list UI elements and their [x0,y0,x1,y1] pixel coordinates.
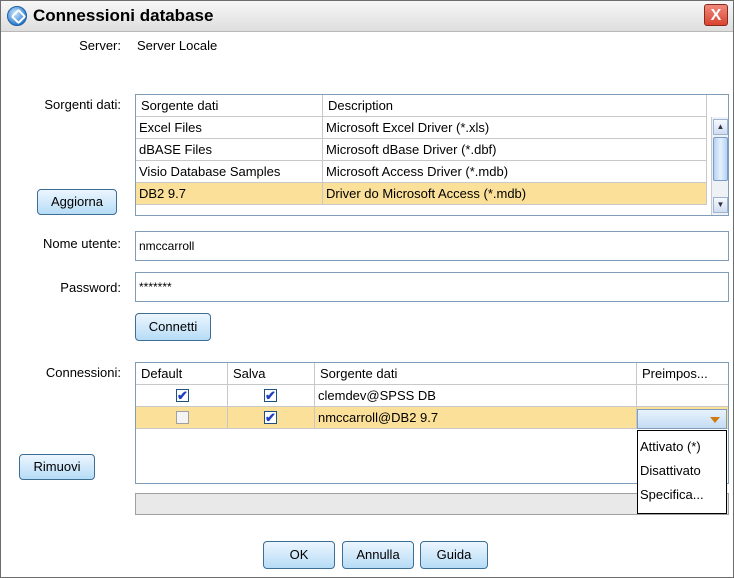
connect-button[interactable]: Connetti [135,313,211,341]
table-row-description-selected[interactable]: Driver do Microsoft Access (*.mdb) [323,183,707,205]
data-sources-table: Sorgente dati Description Excel Files Mi… [135,94,729,216]
ok-button[interactable]: OK [263,541,335,569]
data-sources-label: Sorgenti dati: [44,97,121,112]
table-row-source-selected[interactable]: DB2 9.7 [136,183,323,205]
save-checkbox[interactable]: ✔ [264,389,277,402]
column-header-description[interactable]: Description [323,95,707,117]
table-row-description[interactable]: Microsoft dBase Driver (*.dbf) [323,139,707,161]
refresh-button[interactable]: Aggiorna [37,189,117,215]
column-header-default[interactable]: Default [136,363,228,385]
database-connections-dialog: Connessioni database X Server: Server Lo… [0,0,734,578]
table-row-source[interactable]: dBASE Files [136,139,323,161]
remove-button[interactable]: Rimuovi [19,454,95,480]
username-input[interactable]: nmccarroll [135,231,729,261]
menu-item-specify[interactable]: Specifica... [640,484,704,506]
server-label: Server: [79,38,121,53]
scroll-thumb[interactable] [713,137,728,181]
scroll-down-icon[interactable]: ▼ [713,197,728,213]
preset-dropdown[interactable] [637,409,727,429]
server-value: Server Locale [137,38,218,53]
password-input[interactable]: ******* [135,272,729,302]
menu-item-disabled[interactable]: Disattivato [640,460,701,482]
app-icon [7,6,27,26]
help-button[interactable]: Guida [420,541,488,569]
username-label: Nome utente: [42,236,121,251]
table-row-source[interactable]: Visio Database Samples [136,161,323,183]
table-row-description[interactable]: Microsoft Excel Driver (*.xls) [323,117,707,139]
window-title: Connessioni database [33,6,214,25]
column-header-preset[interactable]: Preimpos... [637,363,728,385]
table-row-source[interactable]: Excel Files [136,117,323,139]
cancel-button[interactable]: Annulla [342,541,414,569]
connections-label: Connessioni: [45,365,121,380]
table-row-source-selected[interactable]: nmccarroll@DB2 9.7 [315,407,637,429]
table-row-preset[interactable] [637,385,728,407]
preset-dropdown-menu: Attivato (*) Disattivato Specifica... [637,430,727,514]
table-row-source[interactable]: clemdev@SPSS DB [315,385,637,407]
password-label: Password: [60,280,121,295]
default-checkbox[interactable]: ✔ [176,389,189,402]
menu-item-enabled[interactable]: Attivato (*) [640,436,701,458]
scroll-up-icon[interactable]: ▲ [713,119,728,135]
column-header-save[interactable]: Salva [228,363,315,385]
data-sources-scrollbar[interactable]: ▲ ▼ [711,117,728,215]
close-icon[interactable]: X [704,4,728,26]
column-header-source[interactable]: Sorgente dati [315,363,637,385]
chevron-down-icon[interactable] [710,417,720,423]
save-checkbox[interactable]: ✔ [264,411,277,424]
column-header-source[interactable]: Sorgente dati [136,95,323,117]
title-bar: Connessioni database X [1,1,733,32]
table-row-description[interactable]: Microsoft Access Driver (*.mdb) [323,161,707,183]
default-checkbox[interactable] [176,411,189,424]
